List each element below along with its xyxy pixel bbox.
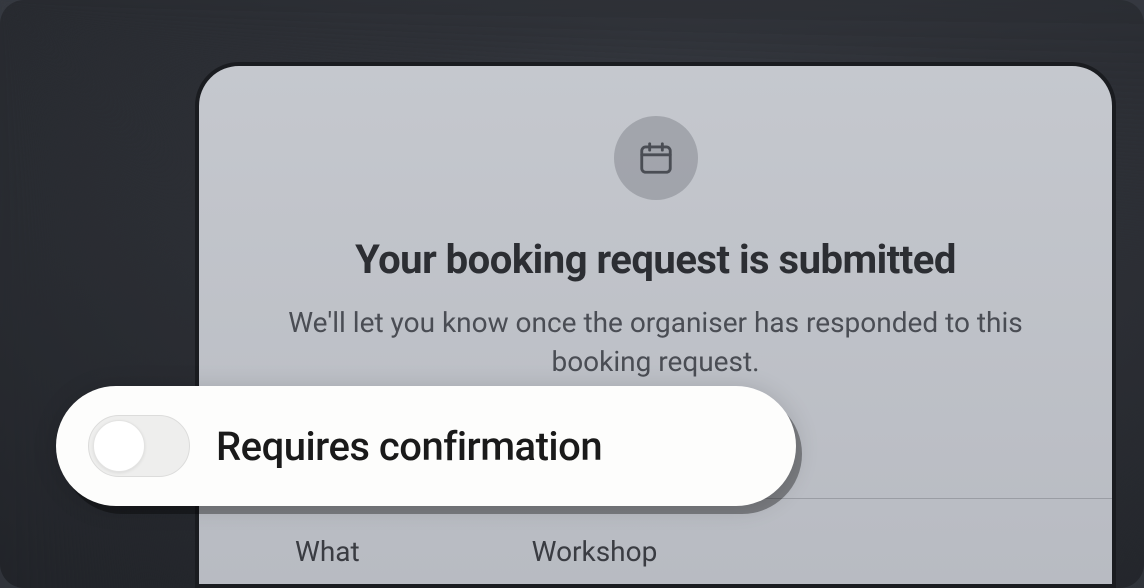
requires-confirmation-pill: Requires confirmation <box>56 386 796 506</box>
detail-row: What Workshop <box>199 535 1112 568</box>
requires-confirmation-toggle[interactable] <box>88 415 190 477</box>
toggle-knob <box>93 420 145 472</box>
booking-confirmation-card: Your booking request is submitted We'll … <box>195 62 1116 588</box>
detail-label-what: What <box>295 535 360 568</box>
calendar-icon <box>637 139 675 177</box>
booking-subtitle: We'll let you know once the organiser ha… <box>276 303 1036 381</box>
icon-circle <box>614 116 698 200</box>
detail-value-workshop: Workshop <box>532 535 658 568</box>
booking-title: Your booking request is submitted <box>259 236 1052 283</box>
toggle-label: Requires confirmation <box>216 423 602 470</box>
